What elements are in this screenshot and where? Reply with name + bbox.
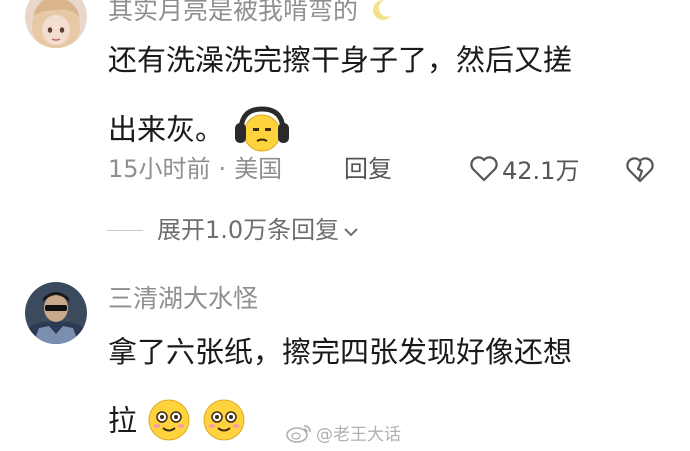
smile-face-emoji bbox=[146, 397, 192, 448]
comment-text-line: 还有洗澡洗完擦干身子了，然后又搓 bbox=[108, 43, 573, 77]
like-count: 42.1万 bbox=[502, 157, 580, 185]
comment-thread: 其实月亮是被我啃弯的 还有洗澡洗完擦干身子了，然后又搓 出来灰。 15小时前 · 美… bbox=[0, 0, 690, 451]
location: 美国 bbox=[234, 155, 283, 183]
username[interactable]: 其实月亮是被我啃弯的 bbox=[108, 0, 394, 27]
username-text: 其实月亮是被我啃弯的 bbox=[108, 0, 359, 25]
broken-heart-icon bbox=[626, 157, 654, 187]
comment-text-line: 拿了六张纸，擦完四张发现好像还想 bbox=[108, 335, 573, 369]
timestamp: 15小时前 bbox=[108, 155, 211, 183]
watermark-text: @老王大话 bbox=[316, 424, 401, 445]
comment-text-line: 出来灰。 bbox=[108, 105, 291, 158]
comment-text-line: 拉 bbox=[108, 397, 247, 448]
reply-button[interactable]: 回复 bbox=[344, 157, 392, 181]
watermark: @老王大话 bbox=[286, 423, 401, 447]
divider-line bbox=[107, 229, 143, 231]
smile-face-emoji bbox=[201, 397, 247, 448]
dislike-button[interactable] bbox=[626, 157, 654, 187]
avatar[interactable] bbox=[25, 282, 87, 344]
headphone-face-emoji bbox=[233, 105, 291, 158]
expand-replies-button[interactable]: 展开1.0万条回复 bbox=[107, 218, 359, 242]
expand-replies-label: 展开1.0万条回复 bbox=[157, 216, 340, 244]
comment-text: 拉 bbox=[108, 403, 138, 438]
separator-dot: · bbox=[218, 155, 227, 183]
like-button[interactable]: 42.1万 bbox=[470, 156, 579, 186]
avatar[interactable] bbox=[25, 0, 87, 48]
comment-text: 出来灰。 bbox=[108, 112, 225, 147]
username[interactable]: 三清湖大水怪 bbox=[108, 286, 258, 311]
comment-meta: 15小时前 · 美国 bbox=[108, 157, 282, 181]
crescent-moon-icon bbox=[368, 0, 394, 27]
weibo-logo-icon bbox=[286, 423, 312, 447]
heart-outline-icon bbox=[470, 156, 498, 186]
chevron-down-icon bbox=[343, 218, 359, 242]
